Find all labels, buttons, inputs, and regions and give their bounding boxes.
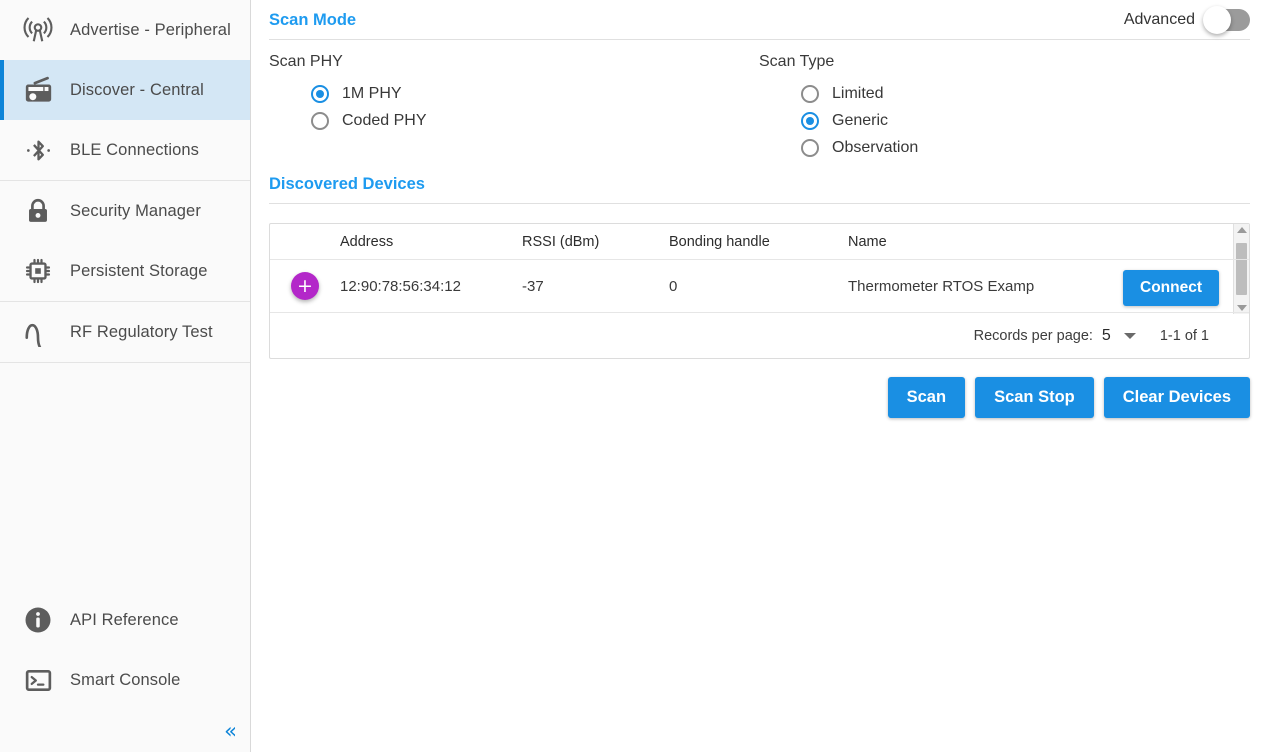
radio-receiver-icon — [20, 72, 56, 108]
sidebar-collapse-row: « — [0, 710, 250, 752]
header-divider — [269, 39, 1250, 40]
page-title: Scan Mode — [269, 10, 357, 29]
advanced-label: Advanced — [1123, 11, 1195, 28]
records-per-page-label: Records per page: — [973, 327, 1093, 344]
sidebar-bottom: API Reference Smart Console « — [0, 590, 250, 752]
column-header-address: Address — [340, 233, 394, 250]
radio-option-observation[interactable]: Observation — [759, 134, 1250, 161]
sidebar-item-label: RF Regulatory Test — [70, 322, 213, 341]
sidebar-group-rf: RF Regulatory Test — [0, 302, 250, 363]
sidebar-item-api-reference[interactable]: API Reference — [0, 590, 250, 650]
radio-label: Observation — [832, 138, 919, 156]
radio-option-coded-phy[interactable]: Coded PHY — [269, 107, 759, 134]
sidebar-item-advertise-peripheral[interactable]: Advertise - Peripheral — [0, 0, 250, 60]
records-per-page-value[interactable]: 5 — [1102, 327, 1111, 345]
radio-option-1m-phy[interactable]: 1M PHY — [269, 80, 759, 107]
sidebar: Advertise - Peripheral Discover - Centra… — [0, 0, 251, 752]
radio-indicator — [801, 84, 819, 103]
table-cell-address: 12:90:78:56:34:12 — [340, 277, 461, 295]
info-circle-icon — [20, 602, 56, 638]
terminal-icon — [20, 662, 56, 698]
radio-label: Coded PHY — [342, 111, 427, 129]
connect-button[interactable]: Connect — [1123, 270, 1219, 306]
scan-mode-header: Scan Mode Advanced — [269, 0, 1250, 34]
collapse-sidebar-icon[interactable]: « — [224, 720, 237, 742]
toggle-knob — [1203, 6, 1231, 34]
antenna-broadcast-icon — [20, 12, 56, 48]
scan-button[interactable]: Scan — [887, 377, 966, 418]
column-header-rssi: RSSI (dBm) — [522, 233, 600, 250]
sidebar-item-label: API Reference — [70, 610, 179, 629]
radio-indicator — [801, 111, 819, 130]
app-root: Advertise - Peripheral Discover - Centra… — [0, 0, 1266, 752]
radio-indicator — [311, 111, 329, 130]
radio-indicator — [311, 84, 329, 103]
discovered-devices-title: Discovered Devices — [269, 175, 425, 193]
bluetooth-icon — [20, 132, 56, 168]
main-content: Scan Mode Advanced Scan PHY 1M PHY Coded… — [251, 0, 1266, 752]
table-cell-bonding-handle: 0 — [669, 277, 678, 295]
sidebar-item-smart-console[interactable]: Smart Console — [0, 650, 250, 710]
advanced-toggle[interactable] — [1203, 6, 1250, 34]
padlock-icon — [20, 193, 56, 229]
table-header-row: Address RSSI (dBm) Bonding handle Name — [270, 224, 1249, 260]
sidebar-item-label: Advertise - Peripheral — [70, 20, 231, 39]
radio-label: Limited — [832, 84, 884, 102]
sidebar-item-ble-connections[interactable]: BLE Connections — [0, 120, 250, 180]
scan-type-label: Scan Type — [759, 53, 835, 70]
scan-action-buttons: Scan Scan Stop Clear Devices — [269, 377, 1250, 418]
column-header-name: Name — [848, 233, 887, 250]
discovered-divider — [269, 203, 1250, 204]
column-header-bonding-handle: Bonding handle — [669, 233, 770, 250]
chip-icon — [20, 253, 56, 289]
sine-wave-icon — [20, 314, 56, 350]
clear-devices-button[interactable]: Clear Devices — [1103, 377, 1250, 418]
sidebar-item-persistent-storage[interactable]: Persistent Storage — [0, 241, 250, 301]
radio-label: 1M PHY — [342, 84, 402, 102]
sidebar-item-label: Smart Console — [70, 670, 181, 689]
table-cell-action: + — [270, 272, 340, 300]
table-cell-rssi: -37 — [522, 277, 544, 295]
add-device-icon[interactable]: + — [291, 272, 319, 300]
scan-type-group: Scan Type Limited Generic Observation — [759, 53, 1250, 161]
radio-option-limited[interactable]: Limited — [759, 80, 1250, 107]
radio-indicator — [801, 138, 819, 157]
scan-phy-label: Scan PHY — [269, 53, 343, 70]
pagination-range: 1-1 of 1 — [1159, 327, 1209, 344]
chevron-down-icon[interactable] — [1123, 332, 1136, 339]
sidebar-item-label: Persistent Storage — [70, 261, 208, 280]
sidebar-item-label: Security Manager — [70, 201, 201, 220]
sidebar-item-security-manager[interactable]: Security Manager — [0, 181, 250, 241]
scan-stop-button[interactable]: Scan Stop — [975, 377, 1094, 418]
sidebar-group-storage: Security Manager Persistent Storage — [0, 181, 250, 302]
table-pagination: Records per page: 5 1-1 of 1 — [270, 313, 1249, 358]
radio-label: Generic — [832, 111, 889, 129]
sidebar-item-rf-regulatory-test[interactable]: RF Regulatory Test — [0, 302, 250, 362]
sidebar-item-label: Discover - Central — [70, 80, 204, 99]
discovered-devices-table: Address RSSI (dBm) Bonding handle Name +… — [269, 223, 1250, 359]
sidebar-item-discover-central[interactable]: Discover - Central — [0, 60, 250, 120]
radio-option-generic[interactable]: Generic — [759, 107, 1250, 134]
sidebar-item-label: BLE Connections — [70, 140, 199, 159]
table-row: + 12:90:78:56:34:12 -37 0 Thermometer RT… — [270, 260, 1249, 313]
scan-options: Scan PHY 1M PHY Coded PHY Scan Type Limi… — [269, 53, 1250, 161]
scan-phy-group: Scan PHY 1M PHY Coded PHY — [269, 53, 759, 161]
advanced-toggle-group: Advanced — [1123, 6, 1250, 34]
sidebar-group-ble: Advertise - Peripheral Discover - Centra… — [0, 0, 250, 181]
